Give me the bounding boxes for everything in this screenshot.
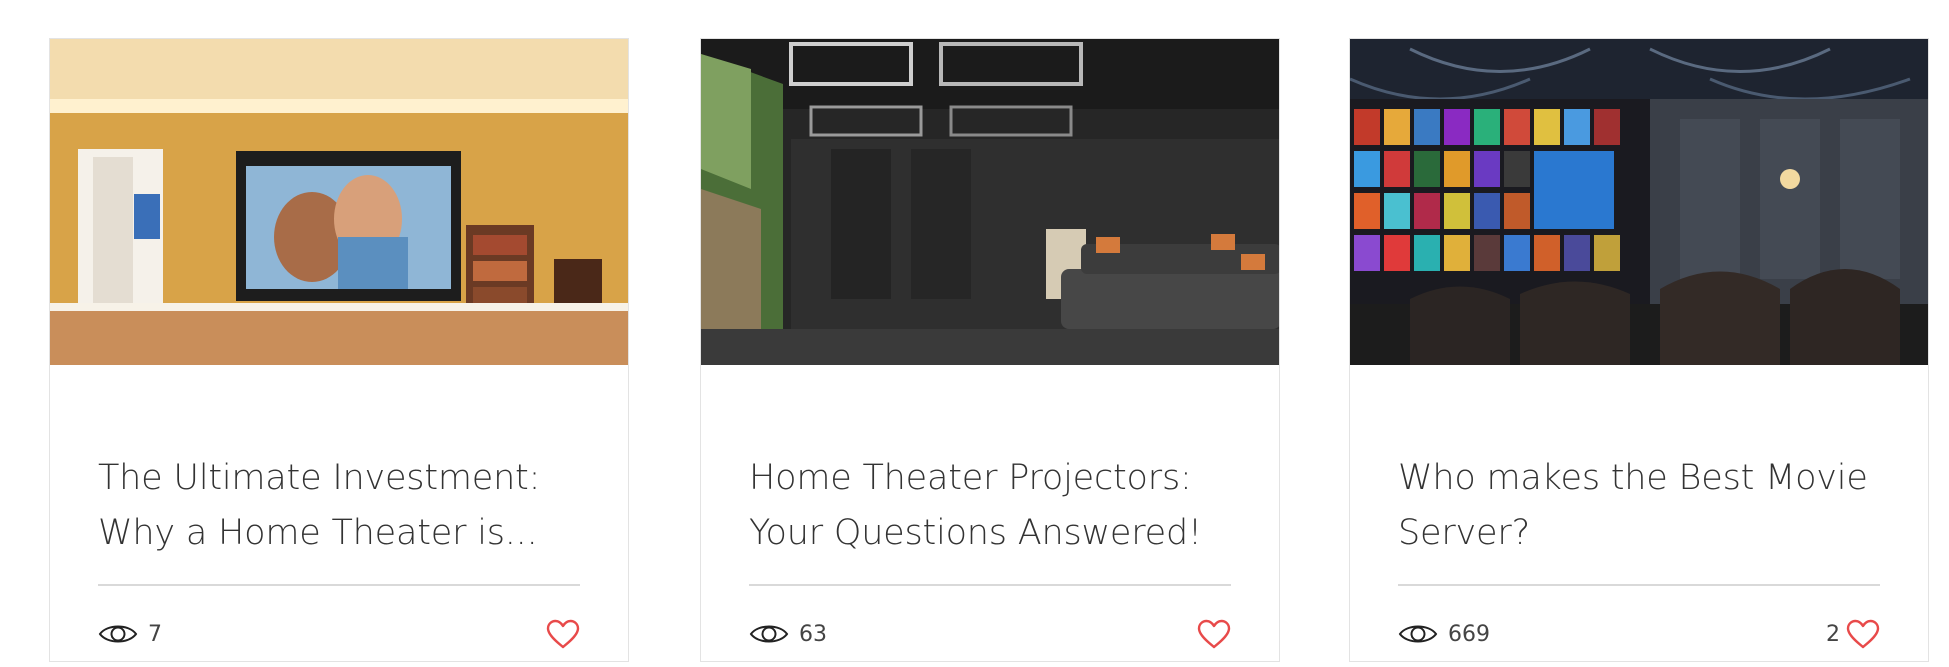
post-card[interactable]: The Ultimate Investment: Why a Home Thea… [49,38,629,662]
heart-icon[interactable] [546,619,580,650]
post-card[interactable]: Who makes the Best Movie Server? 669 2 [1349,38,1929,662]
card-divider [98,584,580,586]
views-counter: 669 [1398,616,1490,652]
post-cover-image[interactable] [701,39,1279,365]
views-count: 669 [1448,621,1490,647]
post-stats: 669 2 [1398,616,1880,652]
heart-icon[interactable] [1197,619,1231,650]
eye-icon [98,625,138,643]
views-count: 63 [799,621,827,647]
views-count: 7 [148,621,162,647]
eye-icon [1398,625,1438,643]
views-counter: 7 [98,616,162,652]
movie-poster-theater-image [1350,39,1928,365]
likes-counter [1191,616,1231,652]
post-cover-image[interactable] [50,39,628,365]
post-cover-image[interactable] [1350,39,1928,365]
likes-counter [540,616,580,652]
dark-theater-room-image [701,39,1279,365]
card-divider [749,584,1231,586]
living-room-projector-image [50,39,628,365]
card-divider [1398,584,1880,586]
post-title[interactable]: Who makes the Best Movie Server? [1398,451,1888,561]
post-stats: 63 [749,616,1231,652]
likes-count: 2 [1826,621,1840,647]
post-card[interactable]: Home Theater Projectors: Your Questions … [700,38,1280,662]
post-title[interactable]: Home Theater Projectors: Your Questions … [749,451,1239,561]
eye-icon [749,625,789,643]
heart-icon[interactable] [1846,619,1880,650]
post-stats: 7 [98,616,580,652]
likes-counter: 2 [1826,616,1880,652]
post-title[interactable]: The Ultimate Investment: Why a Home Thea… [98,451,588,561]
views-counter: 63 [749,616,827,652]
